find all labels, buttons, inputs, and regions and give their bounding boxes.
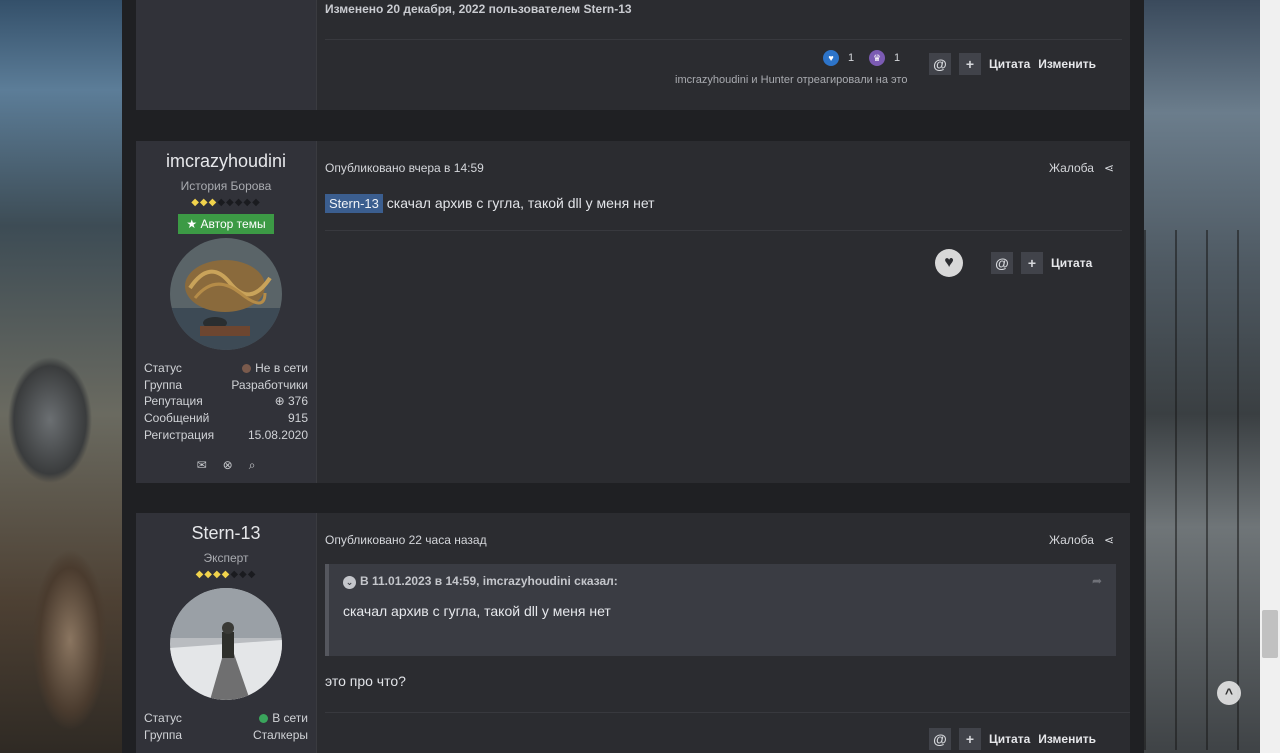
author-name[interactable]: Stern-13 xyxy=(136,523,316,544)
rank-pips: ◆◆◆◆◆◆◆ xyxy=(195,569,257,580)
multiquote-button[interactable]: + xyxy=(1021,252,1043,274)
mention-button[interactable]: @ xyxy=(929,53,951,75)
post-previous: Изменено 20 декабря, 2022 пользователем … xyxy=(136,0,1130,110)
author-title: История Борова xyxy=(180,179,272,193)
post-body: это про что? xyxy=(325,673,406,689)
post-content: Опубликовано 22 часа назад Жалоба ⋖ ⌄ В 1… xyxy=(317,513,1130,753)
quote-button[interactable]: Цитата xyxy=(989,732,1030,746)
status-dot xyxy=(242,364,252,373)
author-info: Статус В сети Группа Сталкеры xyxy=(144,710,308,743)
scrollbar[interactable] xyxy=(1260,0,1280,753)
reaction-count: 1 xyxy=(893,52,901,64)
quote-text: скачал архив с гугла, такой dll у меня н… xyxy=(343,603,611,619)
post-date[interactable]: Опубликовано вчера в 14:59 xyxy=(325,161,484,175)
multiquote-button[interactable]: + xyxy=(959,53,981,75)
search-icon[interactable]: ⌕ xyxy=(249,458,256,473)
info-row-group: Группа Сталкеры xyxy=(144,727,308,742)
post-imcrazyhoudini: imcrazyhoudini История Борова ◆◆◆◆◆◆◆◆ ★… xyxy=(136,141,1130,483)
quote-citation[interactable]: ⌄ В 11.01.2023 в 14:59, imcrazyhoudini ск… xyxy=(343,574,618,589)
avatar[interactable] xyxy=(170,588,282,700)
ignore-icon[interactable]: ⊗ xyxy=(223,458,233,473)
trophy-reaction-icon: ♛ xyxy=(869,50,885,66)
info-row-status: Статус Не в сети xyxy=(144,361,308,375)
envelope-icon[interactable]: ✉ xyxy=(197,458,207,473)
report-button[interactable]: Жалоба xyxy=(1049,533,1094,547)
quote-block: ⌄ В 11.01.2023 в 14:59, imcrazyhoudini ск… xyxy=(325,564,1116,656)
topic-author-badge: ★ Автор темы xyxy=(178,214,274,234)
share-icon[interactable]: ⋖ xyxy=(1104,533,1114,547)
quote-button[interactable]: Цитата xyxy=(989,57,1030,71)
author-panel: imcrazyhoudini История Борова ◆◆◆◆◆◆◆◆ ★… xyxy=(136,141,317,483)
edit-button[interactable]: Изменить xyxy=(1038,57,1096,71)
avatar[interactable] xyxy=(170,238,282,350)
chevron-down-icon: ⌄ xyxy=(343,576,356,589)
quote-button[interactable]: Цитата xyxy=(1051,256,1092,270)
divider xyxy=(325,230,1122,231)
plus-circle-icon: ⊕ xyxy=(274,394,285,409)
info-row-status: Статус В сети xyxy=(144,711,308,725)
author-title: Эксперт xyxy=(203,551,249,565)
post-body: Stern-13 скачал архив с гугла, такой dll… xyxy=(325,194,1122,213)
post-actions: @ + Цитата Изменить xyxy=(929,53,1096,75)
edited-note: Изменено 20 декабря, 2022 пользователем … xyxy=(325,2,632,16)
author-action-icons: ✉ ⊗ ⌕ xyxy=(136,458,316,473)
info-row-joined: Регистрация 15.08.2020 xyxy=(144,427,308,442)
post-content: Опубликовано вчера в 14:59 Жалоба ⋖ Ster… xyxy=(317,141,1130,483)
reacted-users-text[interactable]: imcrazyhoudini и Hunter отреагировали на… xyxy=(675,74,907,86)
rank-pips: ◆◆◆◆◆◆◆◆ xyxy=(191,197,261,208)
like-heart-icon[interactable]: ♥ xyxy=(935,249,963,277)
mention-button[interactable]: @ xyxy=(929,728,951,750)
scrollbar-thumb[interactable] xyxy=(1262,610,1278,658)
edit-button[interactable]: Изменить xyxy=(1038,732,1096,746)
share-icon[interactable]: ⋖ xyxy=(1104,161,1114,175)
author-name[interactable]: imcrazyhoudini xyxy=(136,151,316,172)
status-dot xyxy=(259,714,269,723)
post-date[interactable]: Опубликовано 22 часа назад xyxy=(325,533,487,547)
info-row-posts: Сообщений 915 xyxy=(144,411,308,426)
scroll-to-top-button[interactable]: ^ xyxy=(1217,681,1241,705)
reactions-summary[interactable]: ♥ 1 ♛ 1 xyxy=(823,50,905,66)
post-content-previous: Изменено 20 декабря, 2022 пользователем … xyxy=(317,0,1130,110)
divider xyxy=(325,39,1122,40)
background-art-left xyxy=(0,0,122,753)
report-button[interactable]: Жалоба xyxy=(1049,161,1094,175)
go-to-quote-icon[interactable]: ➦ xyxy=(1092,574,1102,589)
divider xyxy=(325,712,1130,713)
post-actions: @ + Цитата Изменить xyxy=(929,728,1096,750)
user-mention[interactable]: Stern-13 xyxy=(325,194,383,213)
reaction-count: 1 xyxy=(847,52,855,64)
mention-button[interactable]: @ xyxy=(991,252,1013,274)
author-panel: Stern-13 Эксперт ◆◆◆◆◆◆◆ Статус В сети Гр… xyxy=(136,513,317,753)
multiquote-button[interactable]: + xyxy=(959,728,981,750)
heart-reaction-icon: ♥ xyxy=(823,50,839,66)
info-row-reputation: Репутация ⊕ 376 xyxy=(144,394,308,409)
post-actions: ♥ @ + Цитата xyxy=(935,249,1092,277)
post-stern-13: Stern-13 Эксперт ◆◆◆◆◆◆◆ Статус В сети Гр… xyxy=(136,513,1130,753)
forum-topic-page: Изменено 20 декабря, 2022 пользователем … xyxy=(122,0,1144,753)
background-art-right xyxy=(1130,0,1280,753)
author-info: Статус Не в сети Группа Разработчики Репут… xyxy=(144,360,308,444)
author-panel-previous xyxy=(136,0,317,110)
info-row-group: Группа Разработчики xyxy=(144,377,308,392)
